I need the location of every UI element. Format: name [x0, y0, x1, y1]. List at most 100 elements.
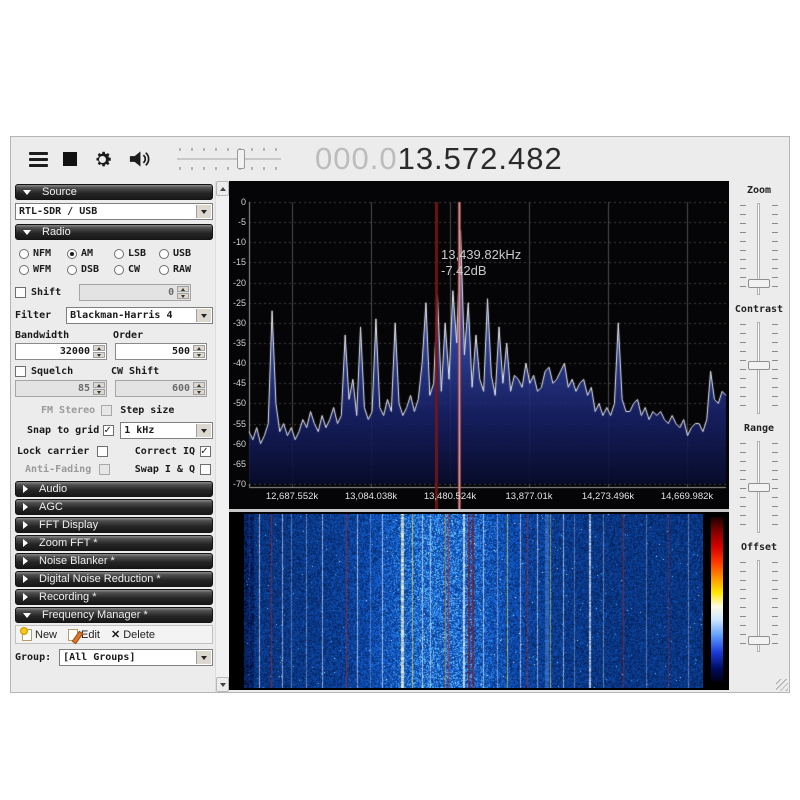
waterfall-panel[interactable] [229, 512, 729, 690]
edit-button[interactable]: Edit [65, 629, 103, 641]
y-tick: -15 [229, 257, 246, 267]
panel-header-source[interactable]: Source [15, 184, 213, 200]
delete-button[interactable]: ✕ Delete [108, 628, 158, 641]
mode-radio-am[interactable]: AM [67, 248, 114, 259]
panel-header-zoom-fft[interactable]: Zoom FFT * [15, 535, 213, 551]
frequency-display[interactable]: 000.013.572.482 [315, 141, 563, 177]
source-device-dropdown[interactable]: RTL-SDR / USB [15, 203, 213, 220]
squelch-checkbox[interactable] [15, 366, 26, 377]
tooltip-frequency: 13,439.82kHz [441, 247, 521, 263]
x-tick: 14,669.982k [647, 491, 727, 502]
spinner-icon[interactable] [193, 345, 205, 358]
y-tick: -70 [229, 479, 246, 489]
mode-radio-dsb[interactable]: DSB [67, 264, 114, 275]
anti-fading-checkbox [99, 464, 110, 475]
spectrum-canvas[interactable] [229, 181, 729, 509]
expand-arrow-icon [23, 593, 28, 601]
spinner-icon[interactable] [93, 382, 105, 395]
step-size-dropdown[interactable]: 1 kHz [120, 422, 213, 439]
sidebar: Source RTL-SDR / USB Radio NFM AM LSB US… [11, 181, 215, 692]
dropdown-arrow-icon[interactable] [196, 424, 211, 437]
y-tick: -35 [229, 338, 246, 348]
range-slider-thumb[interactable] [748, 483, 770, 492]
volume-track [177, 158, 281, 160]
waterfall-color-scale [711, 517, 723, 682]
bandwidth-input[interactable]: 32000 [15, 343, 107, 360]
range-slider[interactable] [737, 441, 781, 533]
y-tick: -10 [229, 237, 246, 247]
waterfall-canvas[interactable] [244, 514, 703, 688]
spinner-icon[interactable] [93, 345, 105, 358]
offset-slider[interactable] [737, 560, 781, 652]
shift-label: Shift [31, 287, 61, 298]
y-tick: -40 [229, 358, 246, 368]
menu-icon[interactable] [29, 152, 48, 167]
scroll-up-button[interactable] [216, 181, 229, 196]
volume-slider[interactable] [177, 144, 281, 174]
dropdown-arrow-icon[interactable] [196, 205, 211, 218]
new-button[interactable]: New [19, 629, 60, 641]
offset-slider-thumb[interactable] [748, 636, 770, 645]
panel-header-frequency-manager[interactable]: Frequency Manager * [15, 607, 213, 623]
correct-iq-checkbox[interactable] [200, 446, 211, 457]
zoom-slider-thumb[interactable] [748, 279, 770, 288]
anti-fading-label: Anti-Fading [25, 464, 91, 475]
spectrum-panel[interactable]: 0 -5 -10 -15 -20 -25 -30 -35 -40 -45 -50… [229, 181, 729, 509]
dropdown-arrow-icon[interactable] [196, 309, 211, 322]
display-controls: Zoom Contrast Range Offset [729, 181, 789, 692]
lock-carrier-checkbox[interactable] [97, 446, 108, 457]
window-resize-grip[interactable] [776, 679, 788, 691]
gear-icon[interactable] [92, 149, 113, 170]
x-tick: 13,480.524k [410, 491, 490, 502]
y-tick: -45 [229, 378, 246, 388]
source-device-value: RTL-SDR / USB [19, 206, 97, 217]
group-dropdown[interactable]: [All Groups] [59, 649, 213, 666]
scroll-down-button[interactable] [216, 677, 229, 692]
panel-header-agc[interactable]: AGC [15, 499, 213, 515]
volume-ticks-bottom [179, 167, 279, 170]
swap-iq-checkbox[interactable] [200, 464, 211, 475]
panel-header-digital-noise-reduction[interactable]: Digital Noise Reduction * [15, 571, 213, 587]
squelch-input[interactable]: 85 [15, 380, 107, 397]
correct-iq-label: Correct IQ [135, 446, 195, 457]
mode-radio-usb[interactable]: USB [159, 248, 209, 259]
arrow-up-icon [220, 187, 226, 191]
contrast-slider-thumb[interactable] [748, 361, 770, 370]
stop-icon[interactable] [63, 152, 77, 166]
volume-ticks-top [179, 148, 279, 151]
mode-radio-raw[interactable]: RAW [159, 264, 209, 275]
spinner-icon[interactable] [193, 382, 205, 395]
contrast-slider[interactable] [737, 322, 781, 414]
panel-header-audio[interactable]: Audio [15, 481, 213, 497]
panel-header-fft-display[interactable]: FFT Display [15, 517, 213, 533]
collapse-arrow-icon [23, 190, 31, 195]
mode-radio-nfm[interactable]: NFM [19, 248, 67, 259]
zoom-slider[interactable] [737, 203, 781, 295]
expand-arrow-icon [23, 503, 28, 511]
expand-arrow-icon [23, 539, 28, 547]
shift-checkbox[interactable] [15, 287, 26, 298]
tooltip-level: -7.42dB [441, 263, 521, 279]
spinner-icon[interactable] [177, 286, 189, 299]
panel-header-recording[interactable]: Recording * [15, 589, 213, 605]
squelch-label: Squelch [31, 366, 111, 377]
mode-radio-cw[interactable]: CW [114, 264, 159, 275]
expand-arrow-icon [23, 575, 28, 583]
sidebar-scrollbar[interactable] [215, 181, 229, 692]
panel-header-radio[interactable]: Radio [15, 224, 213, 240]
panel-header-radio-label: Radio [42, 226, 71, 238]
frequency-value: 13.572.482 [398, 141, 563, 176]
cw-shift-input[interactable]: 600 [115, 380, 207, 397]
order-input[interactable]: 500 [115, 343, 207, 360]
dropdown-arrow-icon[interactable] [196, 651, 211, 664]
collapse-arrow-icon [23, 613, 31, 618]
shift-input[interactable]: 0 [79, 284, 191, 301]
volume-thumb[interactable] [237, 149, 245, 169]
new-entry-icon [22, 629, 32, 641]
mode-radio-wfm[interactable]: WFM [19, 264, 67, 275]
speaker-icon[interactable] [128, 149, 151, 169]
panel-header-noise-blanker[interactable]: Noise Blanker * [15, 553, 213, 569]
snap-to-grid-checkbox[interactable] [103, 425, 114, 436]
mode-radio-lsb[interactable]: LSB [114, 248, 159, 259]
filter-dropdown[interactable]: Blackman-Harris 4 [66, 307, 213, 324]
